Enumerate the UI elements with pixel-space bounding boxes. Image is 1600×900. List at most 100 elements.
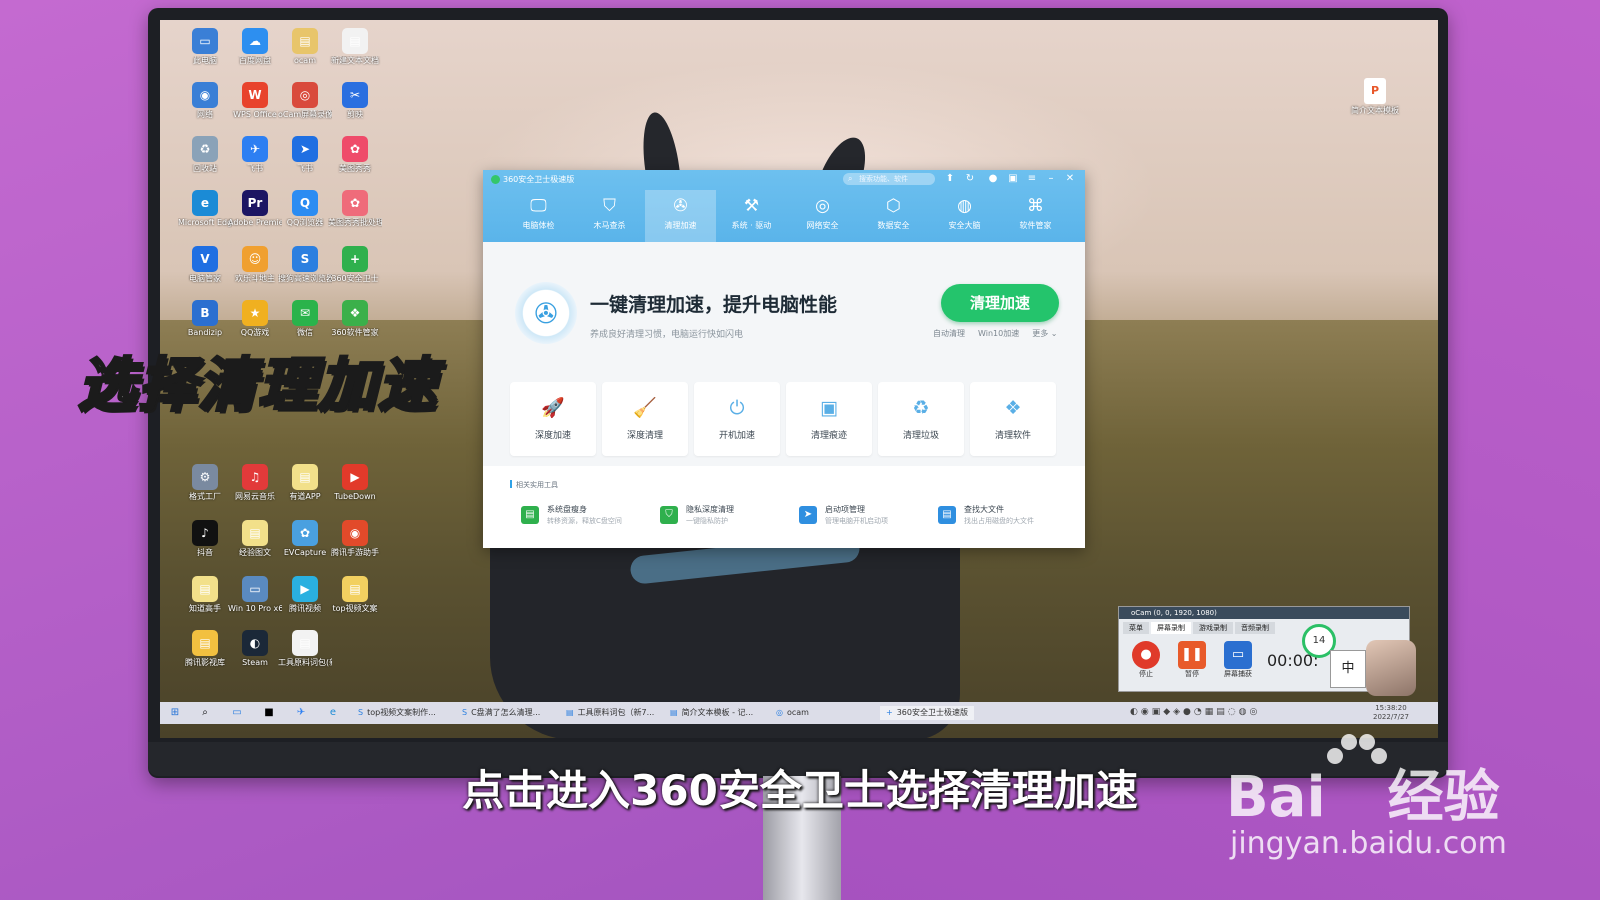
desktop-icon[interactable]: ▤ 知道高手 xyxy=(178,576,232,614)
desktop-icon[interactable]: ✂ 剪映 xyxy=(328,82,382,120)
tool-item[interactable]: ▤ 查找大文件 找出占用磁盘的大文件 xyxy=(938,504,1078,530)
desktop-icon-right[interactable]: P 简介文本模板 xyxy=(1343,78,1407,116)
ocam-button[interactable]: ● 停止 xyxy=(1129,641,1163,679)
desktop-icon[interactable]: W WPS Office xyxy=(228,82,282,120)
desktop-icon[interactable]: ✿ EVCapture xyxy=(278,520,332,558)
desktop-icon[interactable]: ◉ 网络 xyxy=(178,82,232,120)
desktop-icon[interactable]: ▭ Win 10 Pro x64 (C) xyxy=(228,576,282,614)
terminal-icon[interactable]: ■ xyxy=(262,706,276,720)
tab-3[interactable]: ⚒ 系统 · 驱动 xyxy=(716,190,787,242)
taskbar-item[interactable]: ▤ 简介文本模板 - 记... xyxy=(670,706,753,720)
desktop-icon[interactable]: ▤ top视频文案 xyxy=(328,576,382,614)
desktop-icon[interactable]: ◐ Steam xyxy=(228,630,282,668)
desktop-icon[interactable]: ➤ 飞书 xyxy=(278,136,332,174)
hero-sublink[interactable]: 自动清理 xyxy=(933,329,965,338)
desktop-icon[interactable]: ▤ 腾讯影视库 xyxy=(178,630,232,668)
desktop-icon[interactable]: ▤ ocam xyxy=(278,28,332,66)
desktop-icon[interactable]: ♫ 网易云音乐 xyxy=(228,464,282,502)
desktop-icon[interactable]: ⚙ 格式工厂 xyxy=(178,464,232,502)
taskbar-item[interactable]: ◎ ocam xyxy=(776,706,809,720)
upload-icon[interactable]: ⬆ xyxy=(943,172,957,186)
ocam-button[interactable]: ❚❚ 暂停 xyxy=(1175,641,1209,679)
tab-2[interactable]: ✇ 清理加速 xyxy=(645,190,716,242)
tab-4[interactable]: ◎ 网络安全 xyxy=(787,190,858,242)
desktop-icon[interactable]: ▤ 有道APP xyxy=(278,464,332,502)
clean-accelerate-button[interactable]: 清理加速 xyxy=(941,284,1059,322)
desktop-icon[interactable]: ☁ 百度网盘 xyxy=(228,28,282,66)
desktop-icon[interactable]: ▤ 经验图文 xyxy=(228,520,282,558)
taskbar-item-icon: S xyxy=(358,708,364,717)
taskbar-item[interactable]: Stop视频文案制作... xyxy=(358,706,436,720)
feature-card[interactable]: ▣ 清理痕迹 xyxy=(786,382,872,456)
desktop-icon[interactable]: ◉ 腾讯手游助手 xyxy=(328,520,382,558)
desktop-icon[interactable]: ▤ 新建文本文档 xyxy=(328,28,382,66)
taskview-icon[interactable]: ▭ xyxy=(230,706,244,720)
desktop-icon[interactable]: ▶ TubeDown xyxy=(328,464,382,502)
desktop-icon[interactable]: ✉ 微信 xyxy=(278,300,332,338)
ocam-tab[interactable]: 游戏录制 xyxy=(1193,622,1233,634)
desktop-icon[interactable]: ♪ 抖音 xyxy=(178,520,232,558)
ocam-tab[interactable]: 菜单 xyxy=(1123,622,1149,634)
desktop-icon[interactable]: ❖ 360软件管家 xyxy=(328,300,382,338)
desktop-icon[interactable]: B Bandizip xyxy=(178,300,232,338)
desktop-icon[interactable]: ✿ 美图秀秀批处理 xyxy=(328,190,382,228)
avatar-icon[interactable]: ● xyxy=(986,172,1000,186)
desktop-icon[interactable]: V 电脑管家 xyxy=(178,246,232,284)
feature-card[interactable]: 🚀 深度加速 xyxy=(510,382,596,456)
tool-item[interactable]: ⛉ 隐私深度清理 一键隐私防护 xyxy=(660,504,800,530)
tab-1[interactable]: ⛉ 木马查杀 xyxy=(574,190,645,242)
feishu-icon[interactable]: ✈ xyxy=(294,706,308,720)
search-input[interactable]: ⌕ 搜索功能、软件 xyxy=(843,173,935,185)
desktop-icon-label: 美图秀秀 xyxy=(339,164,371,173)
feature-card[interactable]: ⏻ 开机加速 xyxy=(694,382,780,456)
desktop-icon[interactable]: ▶ 腾讯视频 xyxy=(278,576,332,614)
tool-item[interactable]: ▤ 系统盘瘦身 转移资源，释放C盘空间 xyxy=(521,504,661,530)
ocam-tab[interactable]: 屏幕录制 xyxy=(1151,622,1191,634)
tool-title: 查找大文件 xyxy=(964,505,1004,514)
desktop-icon[interactable]: Pr Adobe Premiere xyxy=(228,190,282,228)
desktop-icon[interactable]: +360安全卫士 xyxy=(328,246,382,284)
tab-5[interactable]: ⬡ 数据安全 xyxy=(858,190,929,242)
ocam-button[interactable]: ▭ 屏幕捕获 xyxy=(1221,641,1255,679)
desktop-icon[interactable]: ✈ 飞书 xyxy=(228,136,282,174)
tab-icon: ⌘ xyxy=(1027,196,1044,216)
clock[interactable]: 15:38:20 2022/7/27 xyxy=(1373,704,1409,722)
hero-sublink[interactable]: 更多 ⌄ xyxy=(1032,329,1057,338)
search-icon[interactable]: ⌕ xyxy=(198,706,212,720)
desktop-icon[interactable]: ✿ 美图秀秀 xyxy=(328,136,382,174)
desktop-icon[interactable]: S 搜狗高速浏览器 xyxy=(278,246,332,284)
system-tray[interactable]: ◐◉▣◆◈●◔▦▤◌◍◎ xyxy=(1130,707,1260,717)
taskbar-item[interactable]: +360安全卫士极速版 xyxy=(880,706,974,720)
tab-7[interactable]: ⌘ 软件管家 xyxy=(1000,190,1071,242)
minimize-icon[interactable]: – xyxy=(1044,172,1058,186)
feature-card[interactable]: 🧹 深度清理 xyxy=(602,382,688,456)
desktop-icon-label: oCam屏幕录像 xyxy=(278,110,332,119)
close-icon[interactable]: ✕ xyxy=(1063,172,1077,186)
taskbar-item[interactable]: ▤ 工具原料词包（新7... xyxy=(566,706,654,720)
ocam-tab[interactable]: 音频录制 xyxy=(1235,622,1275,634)
feature-card[interactable]: ♻ 清理垃圾 xyxy=(878,382,964,456)
tab-6[interactable]: ◍ 安全大脑 xyxy=(929,190,1000,242)
desktop-icon[interactable]: ☺ 欢乐斗地主 xyxy=(228,246,282,284)
ime-indicator[interactable]: 中 xyxy=(1330,650,1366,688)
feature-card[interactable]: ❖ 清理软件 xyxy=(970,382,1056,456)
refresh-icon[interactable]: ↻ xyxy=(963,172,977,186)
desktop-icon[interactable]: ▤ 工具原料词包(新7.1) xyxy=(278,630,332,668)
hero-sublink[interactable]: Win10加速 xyxy=(978,329,1019,338)
taskbar-item[interactable]: S C盘满了怎么清理... xyxy=(462,706,540,720)
desktop-icon[interactable]: Q QQ浏览器 xyxy=(278,190,332,228)
app-icon: ♪ xyxy=(192,520,218,546)
ocam-button-label: 停止 xyxy=(1139,670,1153,678)
skin-icon[interactable]: ▣ xyxy=(1006,172,1020,186)
desktop-icon[interactable]: ◎ oCam屏幕录像 xyxy=(278,82,332,120)
tab-0[interactable]: 🖵 电脑体检 xyxy=(503,190,574,242)
desktop-icon[interactable]: ▭ 此电脑 xyxy=(178,28,232,66)
edge-icon[interactable]: e xyxy=(326,706,340,720)
app-icon: ◉ xyxy=(342,520,368,546)
tool-item[interactable]: ➤ 启动项管理 管理电脑开机启动项 xyxy=(799,504,939,530)
desktop-icon[interactable]: ★ QQ游戏 xyxy=(228,300,282,338)
desktop-icon[interactable]: ♻ 回收站 xyxy=(178,136,232,174)
desktop-icon[interactable]: e Microsoft Edge xyxy=(178,190,232,228)
start-icon[interactable]: ⊞ xyxy=(168,706,182,720)
menu-icon[interactable]: ≡ xyxy=(1025,172,1039,186)
